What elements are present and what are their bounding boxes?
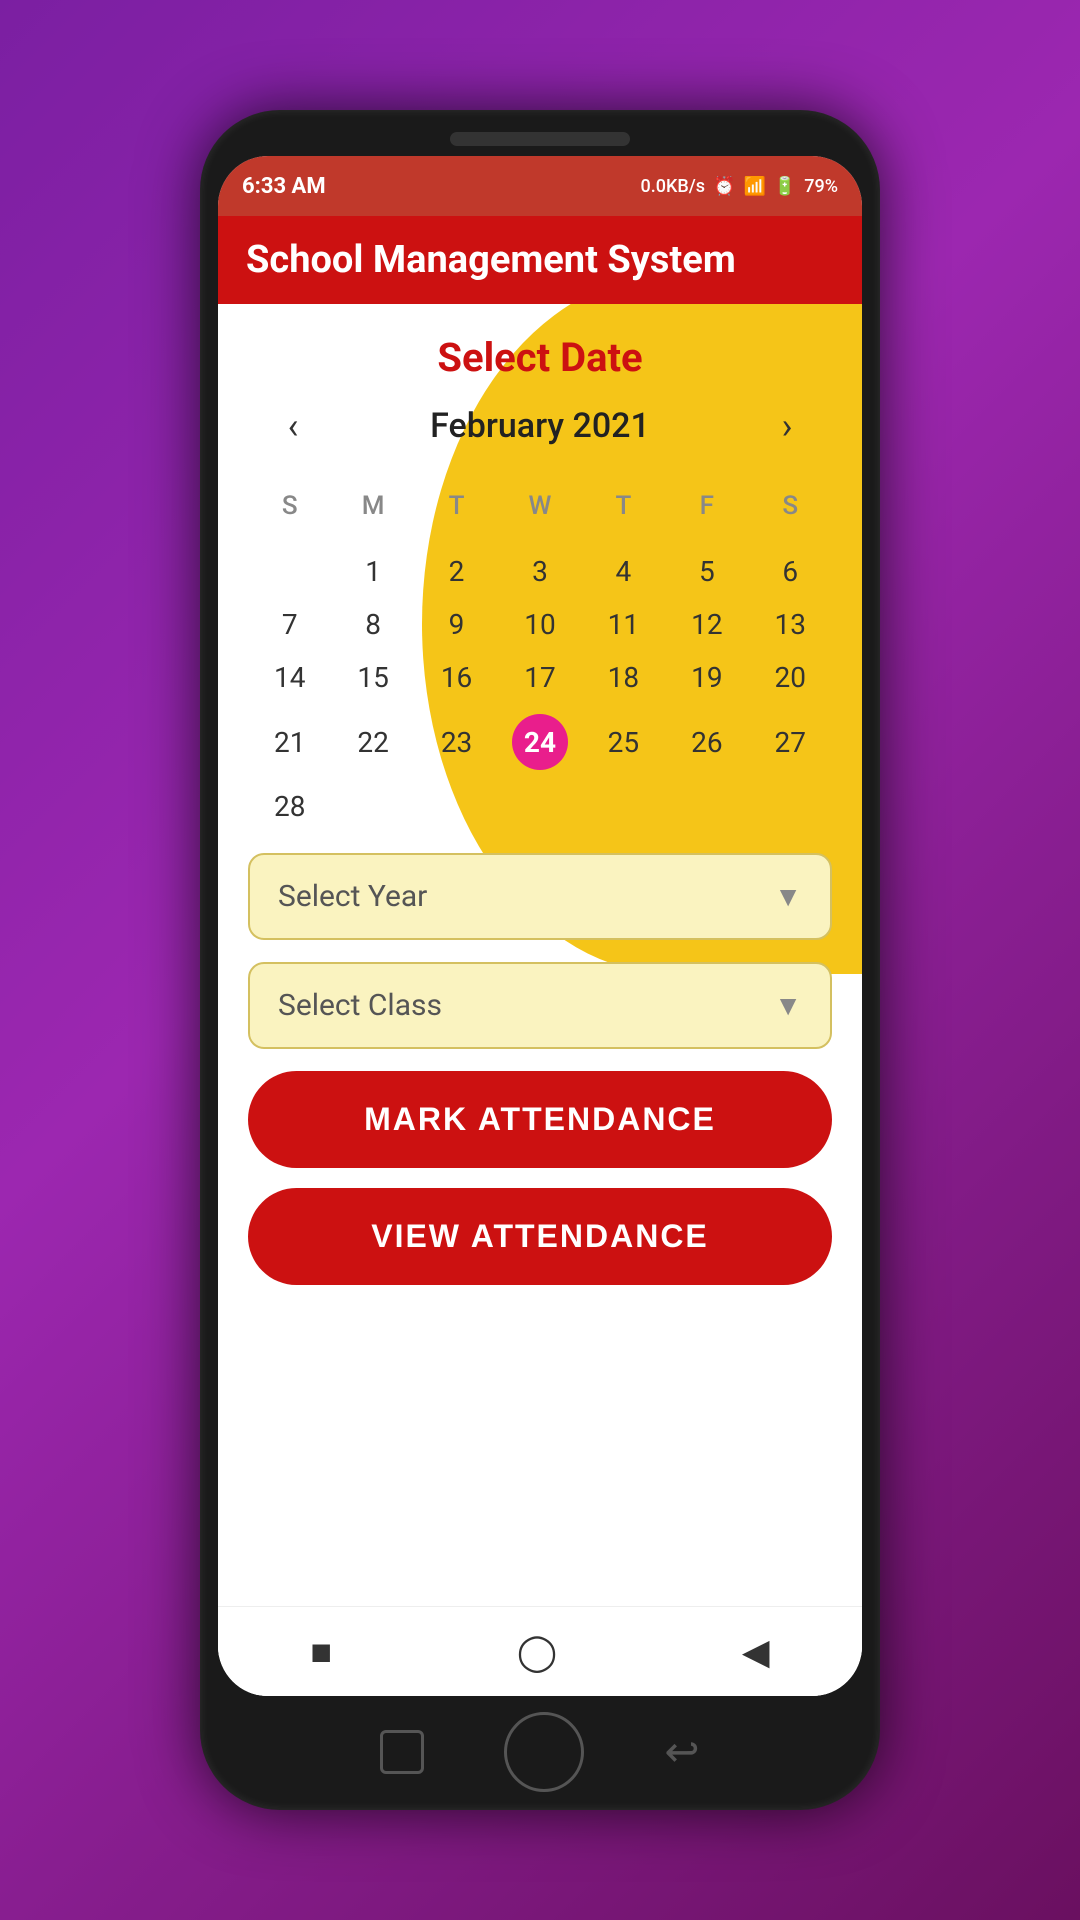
cal-day-5[interactable]: 5 — [699, 555, 715, 588]
class-dropdown-label: Select Class — [278, 988, 442, 1023]
calendar-week-5: 28 — [248, 780, 832, 833]
battery-level: 79% — [804, 176, 838, 197]
class-dropdown-container: Select Class ▼ — [248, 962, 832, 1049]
calendar-month-year: February 2021 — [430, 406, 650, 446]
class-dropdown[interactable]: Select Class ▼ — [248, 962, 832, 1049]
phone-bottom: ↩ — [380, 1712, 699, 1792]
cal-day-7[interactable]: 7 — [282, 608, 298, 641]
cal-day-10[interactable]: 10 — [524, 608, 555, 641]
calendar-week-4: 21 22 23 24 25 26 27 — [248, 704, 832, 780]
phone-home-button[interactable] — [504, 1712, 584, 1792]
cal-day-6[interactable]: 6 — [782, 555, 798, 588]
cal-day-27[interactable]: 27 — [775, 726, 806, 759]
app-bar: School Management System — [218, 216, 862, 304]
day-header-s2: S — [749, 477, 832, 535]
app-title: School Management System — [246, 238, 736, 282]
phone-speaker — [450, 132, 630, 146]
cal-day-24-selected[interactable]: 24 — [512, 714, 568, 770]
calendar-header: ‹ February 2021 › — [248, 405, 832, 447]
cal-day-1[interactable]: 1 — [365, 555, 381, 588]
cal-day-12[interactable]: 12 — [691, 608, 722, 641]
day-header-f: F — [665, 477, 748, 535]
signal-icon: 📶 — [743, 176, 765, 197]
cal-day-23[interactable]: 23 — [441, 726, 472, 759]
nav-bar: ■ ◯ ◀ — [218, 1606, 862, 1696]
day-header-s1: S — [248, 477, 331, 535]
main-content: Select Date ‹ February 2021 › S M T W — [218, 304, 862, 1696]
cal-day-8[interactable]: 8 — [365, 608, 381, 641]
status-time: 6:33 AM — [242, 174, 326, 199]
phone-back-button[interactable]: ↩ — [664, 1727, 699, 1777]
prev-month-button[interactable]: ‹ — [268, 405, 318, 447]
day-header-m: M — [331, 477, 414, 535]
phone-screen: 6:33 AM 0.0KB/s ⏰ 📶 🔋 79% School Managem… — [218, 156, 862, 1696]
year-dropdown-arrow: ▼ — [774, 880, 802, 913]
cal-day-20[interactable]: 20 — [775, 661, 806, 694]
cal-day-14[interactable]: 14 — [274, 661, 305, 694]
cal-day-19[interactable]: 19 — [691, 661, 722, 694]
day-header-t1: T — [415, 477, 498, 535]
cal-day-13[interactable]: 13 — [775, 608, 806, 641]
phone-recent-button[interactable] — [380, 1730, 424, 1774]
calendar-day-headers: S M T W T F S — [248, 467, 832, 545]
year-dropdown[interactable]: Select Year ▼ — [248, 853, 832, 940]
cal-day-21[interactable]: 21 — [274, 726, 305, 759]
battery-icon: 🔋 — [774, 176, 796, 197]
calendar-week-1: 1 2 3 4 5 6 — [248, 545, 832, 598]
cal-day-3[interactable]: 3 — [532, 555, 548, 588]
nav-home-icon[interactable]: ◯ — [517, 1631, 557, 1673]
cal-day-9[interactable]: 9 — [449, 608, 465, 641]
nav-back-icon[interactable]: ◀ — [742, 1631, 770, 1673]
next-month-button[interactable]: › — [762, 405, 812, 447]
cal-day-2[interactable]: 2 — [449, 555, 465, 588]
cal-day-11[interactable]: 11 — [608, 608, 639, 641]
year-dropdown-label: Select Year — [278, 879, 427, 914]
cal-day-25[interactable]: 25 — [608, 726, 639, 759]
cal-day-16[interactable]: 16 — [441, 661, 472, 694]
nav-stop-icon[interactable]: ■ — [310, 1631, 332, 1673]
view-attendance-button[interactable]: VIEW ATTENDANCE — [248, 1188, 832, 1285]
status-bar: 6:33 AM 0.0KB/s ⏰ 📶 🔋 79% — [218, 156, 862, 216]
cal-day-18[interactable]: 18 — [608, 661, 639, 694]
cal-day-26[interactable]: 26 — [691, 726, 722, 759]
calendar-week-3: 14 15 16 17 18 19 20 — [248, 651, 832, 704]
day-header-t2: T — [582, 477, 665, 535]
content-inner: Select Date ‹ February 2021 › S M T W — [218, 304, 862, 1606]
status-right: 0.0KB/s ⏰ 📶 🔋 79% — [641, 176, 838, 197]
cal-day-22[interactable]: 22 — [357, 726, 388, 759]
day-header-w: W — [498, 477, 581, 535]
cal-day-28[interactable]: 28 — [274, 790, 305, 823]
select-date-title: Select Date — [248, 334, 832, 381]
network-speed: 0.0KB/s — [641, 176, 706, 197]
calendar: ‹ February 2021 › S M T W T F S — [248, 405, 832, 833]
cal-day-4[interactable]: 4 — [616, 555, 632, 588]
cal-day-15[interactable]: 15 — [357, 661, 388, 694]
clock-icon: ⏰ — [713, 176, 735, 197]
mark-attendance-button[interactable]: MARK ATTENDANCE — [248, 1071, 832, 1168]
calendar-week-2: 7 8 9 10 11 12 13 — [248, 598, 832, 651]
class-dropdown-arrow: ▼ — [774, 989, 802, 1022]
year-dropdown-container: Select Year ▼ — [248, 853, 832, 940]
cal-day-17[interactable]: 17 — [524, 661, 555, 694]
